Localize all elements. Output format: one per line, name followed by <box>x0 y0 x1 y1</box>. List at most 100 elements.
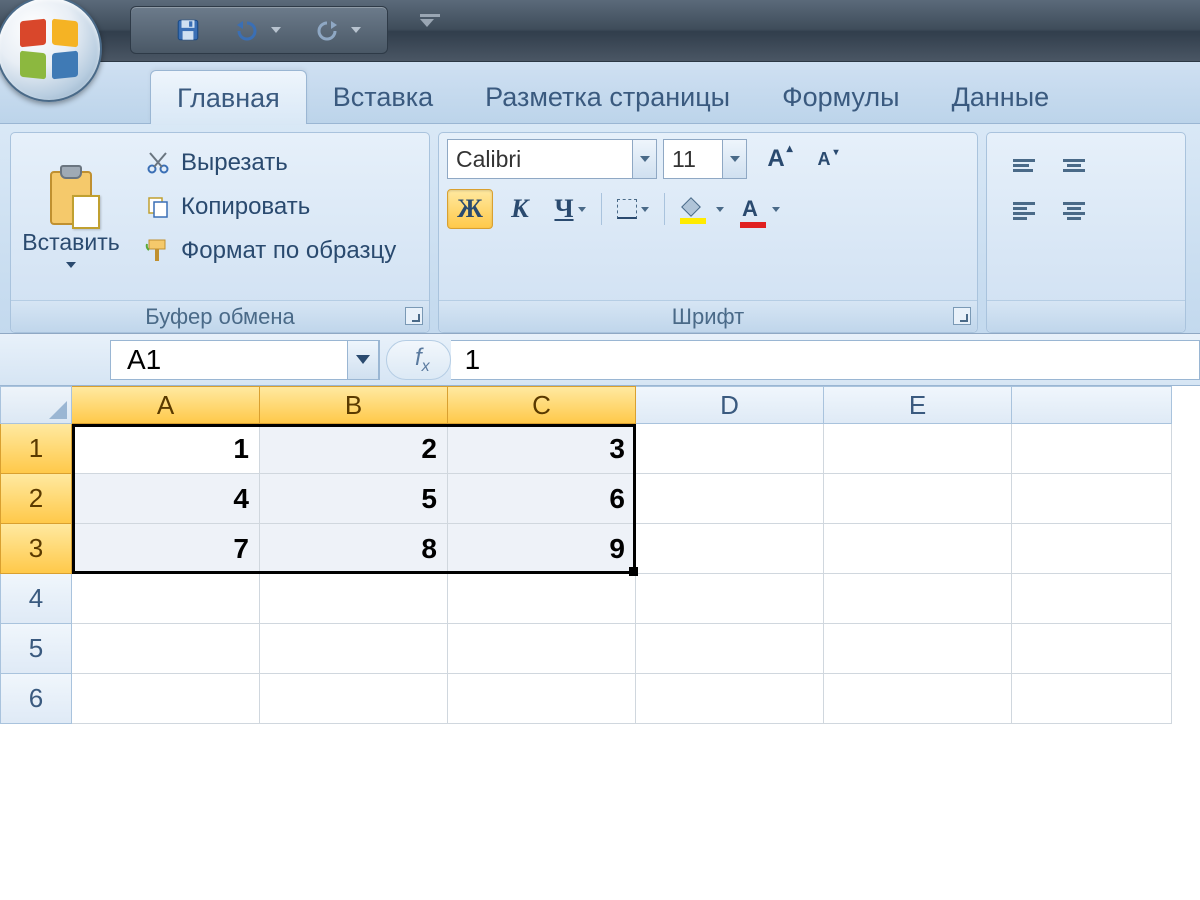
cell-B5[interactable] <box>260 624 448 674</box>
cell-E4[interactable] <box>824 574 1012 624</box>
cell-C2[interactable]: 6 <box>448 474 636 524</box>
cell-E5[interactable] <box>824 624 1012 674</box>
cell-B1[interactable]: 2 <box>260 424 448 474</box>
copy-icon <box>145 194 171 220</box>
tab-page-layout[interactable]: Разметка страницы <box>459 70 756 123</box>
align-left-button[interactable] <box>1001 191 1047 231</box>
cell-B3[interactable]: 8 <box>260 524 448 574</box>
column-header-D[interactable]: D <box>636 386 824 424</box>
column-header-B[interactable]: B <box>260 386 448 424</box>
column-header-C[interactable]: C <box>448 386 636 424</box>
format-painter-button[interactable]: Формат по образцу <box>137 231 404 271</box>
insert-function-button[interactable]: fx <box>386 340 451 380</box>
column-header-A[interactable]: A <box>72 386 260 424</box>
cell-A6[interactable] <box>72 674 260 724</box>
column-header-F[interactable] <box>1012 386 1172 424</box>
cell-E1[interactable] <box>824 424 1012 474</box>
cell-C4[interactable] <box>448 574 636 624</box>
tab-formulas[interactable]: Формулы <box>756 70 926 123</box>
cell-C6[interactable] <box>448 674 636 724</box>
italic-button[interactable]: К <box>497 189 543 229</box>
format-painter-label: Формат по образцу <box>181 237 396 265</box>
cell-B6[interactable] <box>260 674 448 724</box>
copy-button[interactable]: Копировать <box>137 187 404 227</box>
cell-E6[interactable] <box>824 674 1012 724</box>
formula-input[interactable]: 1 <box>451 340 1200 380</box>
row-header-6[interactable]: 6 <box>0 674 72 724</box>
cut-button[interactable]: Вырезать <box>137 143 404 183</box>
cell-C1[interactable]: 3 <box>448 424 636 474</box>
align-top-button[interactable] <box>1001 145 1047 185</box>
cell-A4[interactable] <box>72 574 260 624</box>
underline-button[interactable]: Ч <box>547 189 593 229</box>
customize-icon <box>420 14 440 27</box>
fill-color-button[interactable] <box>673 189 731 229</box>
cell-F4[interactable] <box>1012 574 1172 624</box>
cell-C5[interactable] <box>448 624 636 674</box>
cell-F5[interactable] <box>1012 624 1172 674</box>
name-box[interactable]: A1 <box>110 340 380 380</box>
font-name-combo[interactable]: Calibri <box>447 139 657 179</box>
tab-data[interactable]: Данные <box>926 70 1076 123</box>
title-bar <box>0 0 1200 62</box>
grow-font-icon: A▴ <box>767 145 784 173</box>
cell-B4[interactable] <box>260 574 448 624</box>
cell-C3[interactable]: 9 <box>448 524 636 574</box>
clipboard-launcher-button[interactable] <box>405 307 423 325</box>
save-icon <box>175 17 201 43</box>
cell-D1[interactable] <box>636 424 824 474</box>
grow-font-button[interactable]: A▴ <box>753 139 799 179</box>
align-center-button[interactable] <box>1051 191 1097 231</box>
cell-D2[interactable] <box>636 474 824 524</box>
qat-undo-button[interactable] <box>233 19 281 41</box>
row-header-1[interactable]: 1 <box>0 424 72 474</box>
qat-save-button[interactable] <box>175 17 201 43</box>
borders-button[interactable] <box>610 189 656 229</box>
paste-label: Вставить <box>22 229 120 256</box>
cell-F1[interactable] <box>1012 424 1172 474</box>
group-alignment-label <box>987 300 1185 332</box>
cell-B2[interactable]: 5 <box>260 474 448 524</box>
cell-E2[interactable] <box>824 474 1012 524</box>
name-box-dropdown[interactable] <box>347 340 379 380</box>
bold-button[interactable]: Ж <box>447 189 493 229</box>
scissors-icon <box>145 150 171 176</box>
select-all-corner[interactable] <box>0 386 72 424</box>
align-top-icon <box>1013 157 1035 174</box>
cell-D3[interactable] <box>636 524 824 574</box>
qat-redo-button[interactable] <box>313 19 361 41</box>
cell-F2[interactable] <box>1012 474 1172 524</box>
tab-home[interactable]: Главная <box>150 70 307 124</box>
cell-F3[interactable] <box>1012 524 1172 574</box>
column-header-E[interactable]: E <box>824 386 1012 424</box>
row-header-4[interactable]: 4 <box>0 574 72 624</box>
font-color-button[interactable]: A <box>735 189 787 229</box>
redo-icon <box>313 19 341 41</box>
cell-E3[interactable] <box>824 524 1012 574</box>
font-launcher-button[interactable] <box>953 307 971 325</box>
tab-insert[interactable]: Вставка <box>307 70 459 123</box>
cell-A2[interactable]: 4 <box>72 474 260 524</box>
cell-A5[interactable] <box>72 624 260 674</box>
cell-D4[interactable] <box>636 574 824 624</box>
align-middle-button[interactable] <box>1051 145 1097 185</box>
cell-A3[interactable]: 7 <box>72 524 260 574</box>
paste-button[interactable]: Вставить <box>17 139 125 294</box>
row-header-5[interactable]: 5 <box>0 624 72 674</box>
font-size-combo[interactable]: 11 <box>663 139 747 179</box>
dropdown-icon <box>271 27 281 33</box>
row-header-2[interactable]: 2 <box>0 474 72 524</box>
cell-A1[interactable]: 1 <box>72 424 260 474</box>
cell-D5[interactable] <box>636 624 824 674</box>
shrink-font-button[interactable]: A▾ <box>801 139 847 179</box>
cell-F6[interactable] <box>1012 674 1172 724</box>
cell-D6[interactable] <box>636 674 824 724</box>
row-header-3[interactable]: 3 <box>0 524 72 574</box>
group-clipboard: Вставить Вырезать Копировать <box>10 132 430 333</box>
undo-icon <box>233 19 261 41</box>
qat-customize-button[interactable] <box>420 14 440 27</box>
worksheet-grid: A B C D E 1 1 2 3 2 4 5 6 3 7 8 9 4 <box>0 386 1200 724</box>
fx-icon: fx <box>415 344 430 376</box>
font-color-icon: A <box>742 196 758 222</box>
dropdown-icon <box>632 140 656 178</box>
